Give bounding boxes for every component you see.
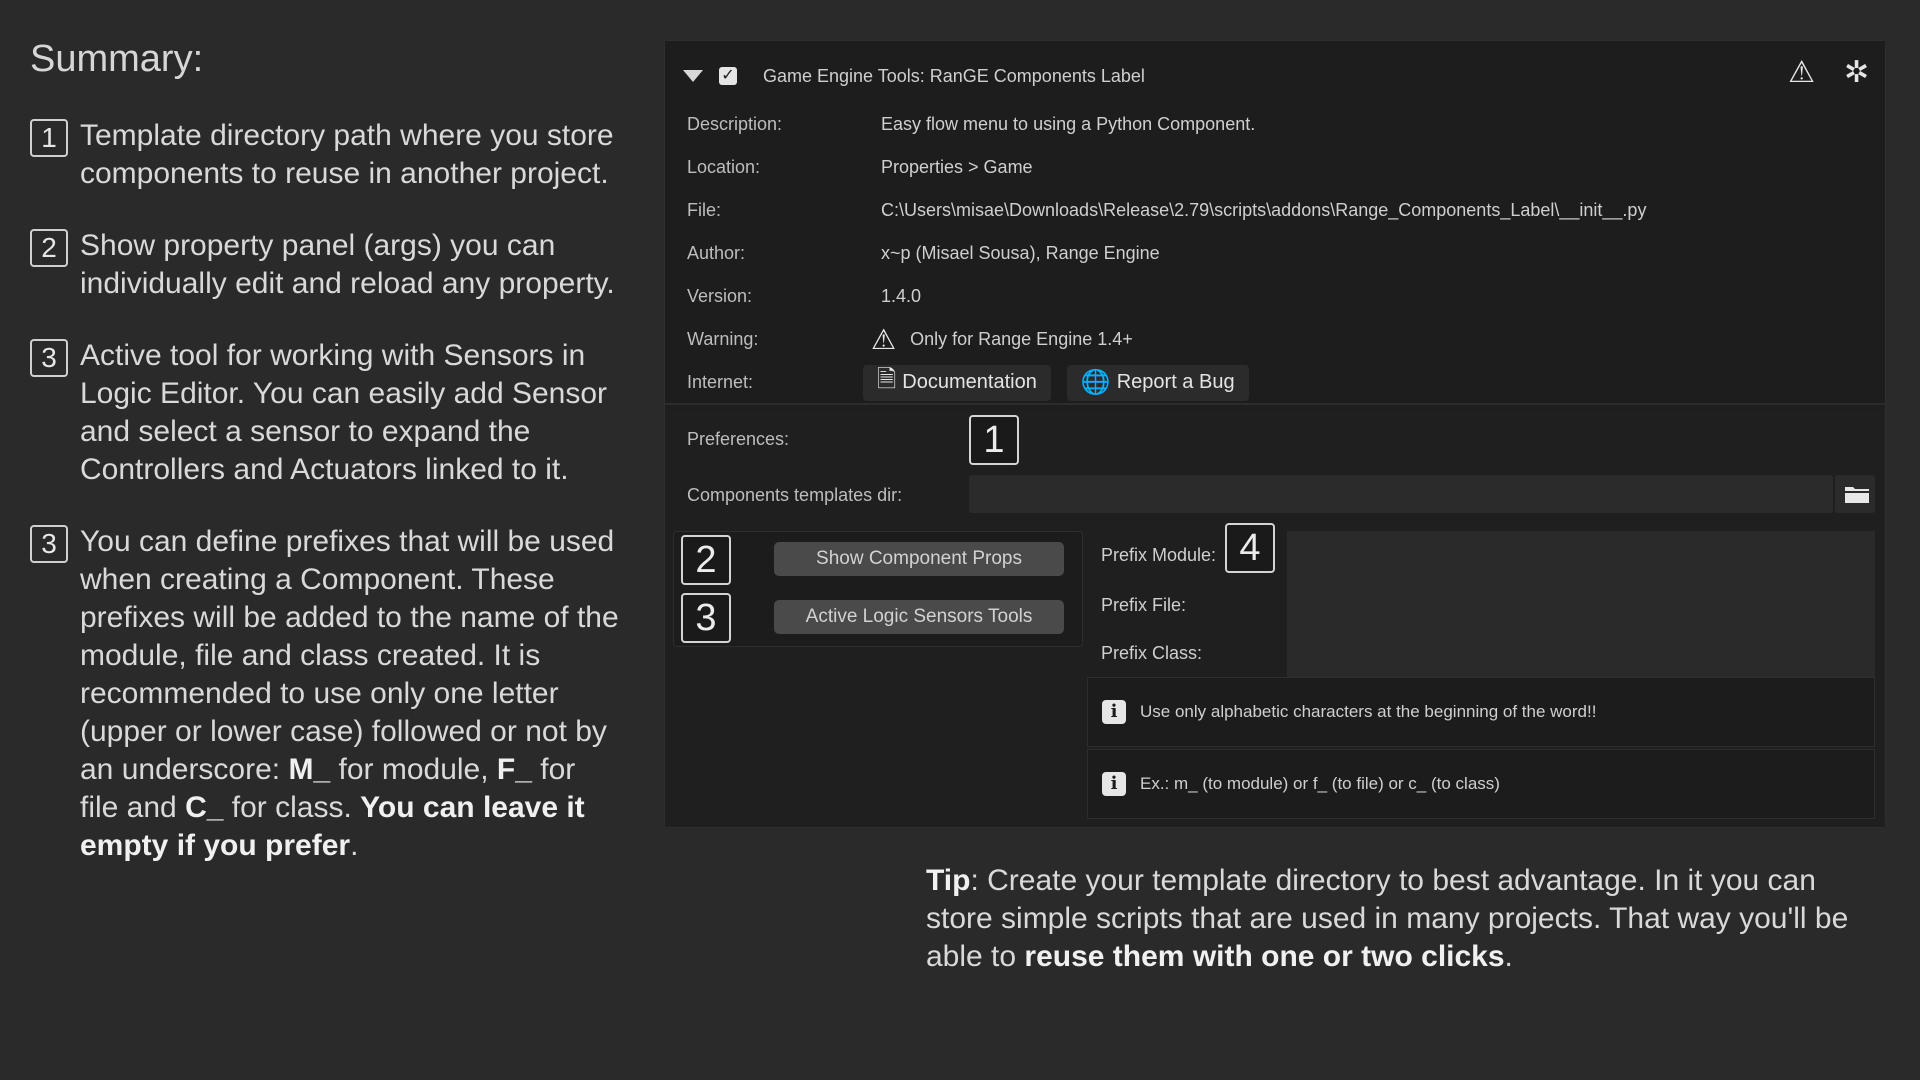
summary-item: 2 Show property panel (args) you can ind… [30,227,620,303]
internet-links: 🗎 Documentation 🌐 Report a Bug [863,364,1265,401]
summary-text: You can define prefixes that will be use… [80,523,620,865]
document-icon: 🗎 [877,366,897,393]
templates-dir-input[interactable] [969,475,1833,513]
info-label: Version: [687,286,753,306]
summary-item: 1 Template directory path where you stor… [30,117,620,193]
info-icon: i [1102,772,1126,796]
summary-text: Template directory path where you store … [80,119,614,190]
prefix-class-label: Prefix Class: [1101,643,1203,663]
info-value: Only for Range Engine 1.4+ [910,329,1133,349]
triangle-down-icon[interactable] [683,70,703,82]
info-value: 1.4.0 [881,286,922,306]
prefix-box: Prefix Module: Prefix File: Prefix Class… [1087,531,1875,677]
tip-bold: reuse them with one or two clicks [1024,940,1505,973]
addon-title: Game Engine Tools: RanGE Components Labe… [763,65,1145,86]
note-text: Ex.: m_ (to module) or f_ (to file) or c… [1140,774,1500,793]
templates-dir-label: Components templates dir: [687,485,903,505]
info-row-internet: Internet: 🗎 Documentation 🌐 Report a Bug [687,361,1867,404]
note-example: i Ex.: m_ (to module) or f_ (to file) or… [1087,749,1875,819]
addon-header: ✓ Game Engine Tools: RanGE Components La… [683,61,1145,91]
summary-bold-f: F_ [496,753,532,786]
tip-text-part: . [1504,940,1513,973]
folder-icon [1845,487,1869,503]
preferences-section: Preferences: 1 Components templates dir:… [665,411,1885,827]
person-icon: ✲ [1843,56,1869,89]
summary-item: 3 Active tool for working with Sensors i… [30,337,620,489]
summary-bold-m: M_ [288,753,331,786]
info-label: Location: [687,157,761,177]
info-row-author: Author: x~p (Misael Sousa), Range Engine [687,232,1867,275]
tip-lead: Tip [926,864,971,897]
folder-browse-button[interactable] [1835,475,1875,513]
info-row-location: Location: Properties > Game [687,146,1867,189]
documentation-button[interactable]: 🗎 Documentation [863,364,1051,401]
addon-info-rows: Description: Easy flow menu to using a P… [687,103,1867,404]
addon-info-box: ✓ Game Engine Tools: RanGE Components La… [665,41,1885,405]
addon-panel: ✓ Game Engine Tools: RanGE Components La… [664,40,1886,828]
prefix-fields[interactable] [1287,531,1875,677]
number-badge: 2 [30,229,68,267]
summary-title: Summary: [30,38,204,80]
active-logic-sensors-tools-button[interactable]: Active Logic Sensors Tools [774,600,1064,634]
summary-text: Show property panel (args) you can indiv… [80,229,615,300]
info-value: Easy flow menu to using a Python Compone… [881,114,1256,134]
documentation-label: Documentation [902,371,1037,393]
number-badge: 1 [30,119,68,157]
info-value: Properties > Game [881,157,1033,177]
page: Summary: 1 Template directory path where… [0,0,1920,1080]
callout-2: 2 [681,535,731,585]
info-label: Warning: [687,329,759,349]
prefix-module-label: Prefix Module: [1101,545,1217,565]
info-row-warning: Warning: ⚠ Only for Range Engine 1.4+ [687,318,1867,361]
tip-text: Tip: Create your template directory to b… [926,862,1876,976]
summary-text: Active tool for working with Sensors in … [80,339,608,486]
show-component-props-button[interactable]: Show Component Props [774,542,1064,576]
number-badge: 3 [30,525,68,563]
info-row-version: Version: 1.4.0 [687,275,1867,318]
callout-3: 3 [681,593,731,643]
number-badge: 3 [30,339,68,377]
info-icon: i [1102,700,1126,724]
callout-4: 4 [1225,523,1275,573]
report-bug-button[interactable]: 🌐 Report a Bug [1066,364,1249,401]
summary-item: 3 You can define prefixes that will be u… [30,523,620,865]
summary-bold-c: C_ [185,791,224,824]
report-bug-label: Report a Bug [1116,371,1235,393]
preferences-label: Preferences: [687,429,790,449]
info-value: C:\Users\misae\Downloads\Release\2.79\sc… [881,200,1647,220]
info-label: File: [687,200,722,220]
info-label: Description: [687,114,783,134]
tool-buttons-box: Show Component Props Active Logic Sensor… [673,531,1083,647]
warning-triangle-icon: ⚠ [871,324,897,355]
info-label: Internet: [687,372,754,392]
warning-triangle-icon: ⚠ [1788,56,1815,89]
callout-1: 1 [969,415,1019,465]
info-value: x~p (Misael Sousa), Range Engine [881,243,1160,263]
note-alphabetic: i Use only alphabetic characters at the … [1087,677,1875,747]
note-text: Use only alphabetic characters at the be… [1140,702,1597,721]
globe-icon: 🌐 [1080,369,1111,396]
info-row-description: Description: Easy flow menu to using a P… [687,103,1867,146]
prefix-file-label: Prefix File: [1101,595,1187,615]
checkbox-icon[interactable]: ✓ [719,67,737,85]
info-label: Author: [687,243,746,263]
summary-text-part: You can define prefixes that will be use… [80,525,619,786]
summary-column: Summary: 1 Template directory path where… [30,38,620,899]
summary-text-part: . [350,829,359,862]
summary-text-part: for class. [223,791,361,824]
info-row-file: File: C:\Users\misae\Downloads\Release\2… [687,189,1867,232]
summary-text-part: for module, [330,753,497,786]
